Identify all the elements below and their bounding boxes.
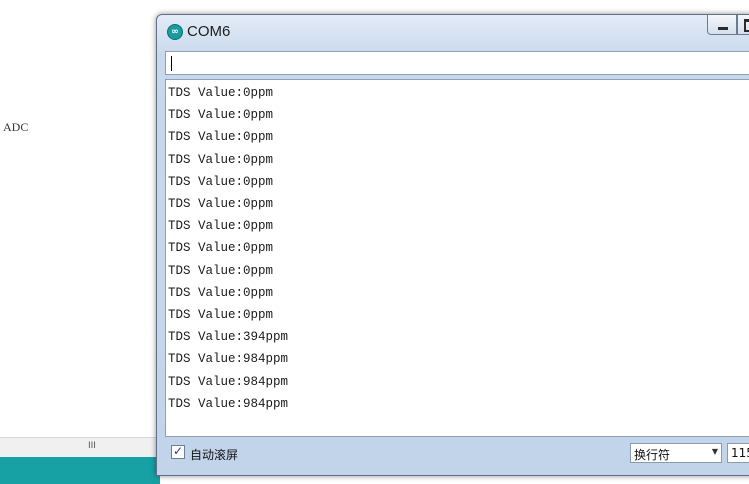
output-line: TDS Value:0ppm bbox=[168, 308, 274, 322]
output-line: TDS Value:0ppm bbox=[168, 285, 274, 300]
output-line: TDS Value:984ppm bbox=[168, 374, 289, 389]
text-caret bbox=[171, 56, 172, 71]
background-horizontal-scrollbar[interactable] bbox=[0, 437, 160, 457]
serial-output-area[interactable]: TDS Value:0ppm TDS Value:0ppm TDS Value:0p… bbox=[165, 79, 749, 437]
background-status-bar bbox=[0, 457, 160, 484]
line-ending-select[interactable]: 换行符 ▼ bbox=[630, 443, 722, 463]
chevron-down-icon: ▼ bbox=[711, 447, 718, 456]
background-editor bbox=[0, 0, 160, 437]
output-line: TDS Value:0ppm bbox=[168, 152, 274, 167]
output-line: TDS Value:0ppm bbox=[168, 241, 274, 256]
output-line: TDS Value:984ppm bbox=[168, 352, 289, 367]
background-editor-text: ADC bbox=[3, 120, 29, 134]
title-bar[interactable]: ∞ COM6 bbox=[157, 15, 749, 49]
line-ending-value: 换行符 bbox=[634, 448, 671, 462]
output-line: TDS Value:984ppm bbox=[168, 396, 289, 411]
minimize-button[interactable] bbox=[707, 15, 737, 35]
output-line: TDS Value:0ppm bbox=[168, 197, 274, 211]
output-line: TDS Value:0ppm bbox=[168, 86, 274, 100]
autoscroll-label: 自动滚屏 bbox=[190, 448, 239, 462]
output-line: TDS Value:394ppm bbox=[168, 330, 289, 345]
scrollbar-grip[interactable]: III bbox=[88, 441, 96, 451]
autoscroll-checkbox[interactable]: ✓ bbox=[171, 444, 185, 459]
window-title: COM6 bbox=[187, 23, 231, 40]
output-line: TDS Value:0ppm bbox=[168, 174, 274, 189]
output-line: TDS Value:0ppm bbox=[168, 263, 274, 278]
output-line: TDS Value:0ppm bbox=[168, 219, 274, 234]
send-input[interactable] bbox=[165, 51, 749, 75]
output-line: TDS Value:0ppm bbox=[168, 130, 274, 145]
arduino-icon: ∞ bbox=[167, 24, 183, 40]
baud-rate-value: 115 bbox=[731, 446, 749, 460]
output-line: TDS Value:0ppm bbox=[168, 108, 274, 123]
baud-rate-select[interactable]: 115 bbox=[727, 443, 749, 463]
serial-monitor-window: ∞ COM6 TDS Value:0ppm TDS Value:0ppm TDS V… bbox=[156, 14, 749, 476]
maximize-button[interactable] bbox=[737, 15, 749, 35]
